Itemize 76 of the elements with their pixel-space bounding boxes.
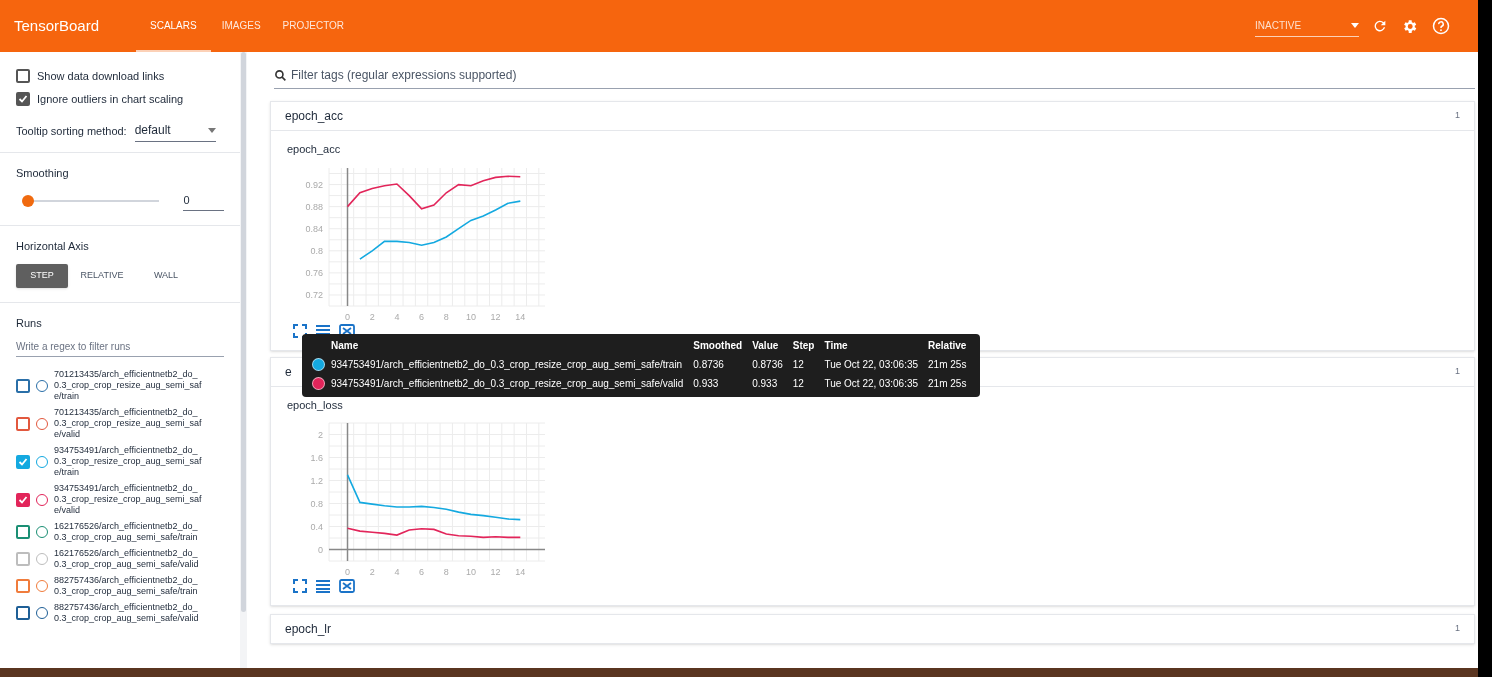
table-cell: Tue Oct 22, 03:06:35 <box>824 374 929 393</box>
checkbox-label: Show data download links <box>37 69 165 84</box>
x-tick-label: 8 <box>443 311 449 322</box>
section-title[interactable]: e <box>285 362 292 381</box>
x-tick-label: 14 <box>515 567 526 577</box>
x-tick-label: 2 <box>369 311 375 322</box>
x-tick-label: 0 <box>345 311 350 322</box>
column-header: Smoothed <box>693 338 753 355</box>
y-tick-label: 2 <box>318 429 323 440</box>
column-header: Step <box>792 338 825 355</box>
run-name[interactable]: 882757436/arch_efficientnetb2_do_0.3_crop_crop_aug_semi_safe/valid <box>54 602 204 624</box>
column-header: Name <box>331 338 694 355</box>
checkbox-label: Ignore outliers in chart scaling <box>37 91 184 107</box>
section-count: 1 <box>1455 622 1460 636</box>
smoothing-field[interactable]: 0 <box>183 191 224 211</box>
chart-title: epoch_loss <box>287 397 344 413</box>
y-tick-label: 0.8 <box>310 498 323 509</box>
y-tick-label: 0.72 <box>305 289 323 300</box>
section-title[interactable]: epoch_lr <box>285 620 332 638</box>
column-header: Time <box>824 338 929 355</box>
runs-label: Runs <box>16 315 43 331</box>
y-tick-label: 0.8 <box>310 245 323 256</box>
y-tick-label: 1.6 <box>310 452 323 463</box>
table-cell: 0.933 <box>752 374 793 393</box>
x-tick-label: 2 <box>369 567 375 577</box>
table-cell: 934753491/arch_efficientnetb2_do_0.3_crop_resize_crop_aug_semi_safe/valid <box>331 374 694 393</box>
smoothing-label: Smoothing <box>16 166 70 181</box>
horizontal-axis-label: Horizontal Axis <box>16 239 90 254</box>
tag-filter-field[interactable]: Filter tags (regular expressions supported) <box>291 66 1475 84</box>
y-tick-label: 0.4 <box>310 521 323 532</box>
x-tick-label: 0 <box>345 567 350 577</box>
run-name[interactable]: 701213435/arch_efficientnetb2_do_0.3_crop_crop_resize_aug_semi_safe/train <box>54 369 204 402</box>
table-cell: 0.8736 <box>752 355 793 374</box>
column-header: Value <box>752 338 793 355</box>
table-cell-text: 21m 25s <box>928 358 968 372</box>
x-tick-label: 12 <box>490 311 501 322</box>
x-tick-label: 10 <box>465 567 476 577</box>
table-cell: 0.933 <box>693 374 753 393</box>
section-count: 1 <box>1455 364 1460 378</box>
section-title[interactable]: epoch_acc <box>285 107 344 125</box>
y-tick-label: 0.92 <box>305 179 323 190</box>
y-tick-label: 0.88 <box>305 201 323 212</box>
x-tick-label: 14 <box>515 311 526 322</box>
y-tick-label: 0 <box>318 544 323 555</box>
run-filter-field[interactable]: Write a regex to filter runs <box>16 339 224 357</box>
x-tick-label: 6 <box>419 311 425 322</box>
x-tick-label: 4 <box>394 311 400 322</box>
table-cell: 12 <box>792 355 825 374</box>
axis-option-button[interactable]: RELATIVE <box>72 263 132 288</box>
x-tick-label: 6 <box>419 567 425 577</box>
column-header: Relative <box>928 339 968 353</box>
section-count: 1 <box>1455 109 1460 123</box>
run-name[interactable]: 882757436/arch_efficientnetb2_do_0.3_crop_crop_aug_semi_safe/train <box>54 575 204 597</box>
x-tick-label: 4 <box>394 567 400 577</box>
x-tick-label: 10 <box>465 311 476 322</box>
table-cell-text: 21m 25s <box>928 377 968 391</box>
run-name[interactable]: 162176526/arch_efficientnetb2_do_0.3_crop_crop_aug_semi_safe/train <box>54 521 204 543</box>
tooltip-sorting-label: Tooltip sorting method: <box>16 124 127 140</box>
table-cell: 12 <box>792 374 825 393</box>
x-tick-label: 12 <box>490 567 501 577</box>
run-name[interactable]: 162176526/arch_efficientnetb2_do_0.3_crop_crop_aug_semi_safe/valid <box>54 548 204 570</box>
run-name[interactable]: 934753491/arch_efficientnetb2_do_0.3_crop_resize_crop_aug_semi_safe/train <box>54 445 204 478</box>
app-title: TensorBoard <box>14 15 101 36</box>
axis-option-button[interactable]: WALL <box>136 263 196 288</box>
sorting-dropdown[interactable]: default <box>134 121 216 142</box>
y-tick-label: 0.76 <box>305 267 323 278</box>
x-tick-label: 8 <box>443 567 449 577</box>
chart-title: epoch_acc <box>287 142 342 157</box>
y-tick-label: 0.84 <box>305 223 323 234</box>
run-name[interactable]: 701213435/arch_efficientnetb2_do_0.3_crop_crop_resize_aug_semi_safe/valid <box>54 407 204 440</box>
table-cell: Tue Oct 22, 03:06:35 <box>824 355 929 374</box>
axis-option-button[interactable]: STEP <box>16 263 68 288</box>
run-name[interactable]: 934753491/arch_efficientnetb2_do_0.3_crop_resize_crop_aug_semi_safe/valid <box>54 483 204 516</box>
table-cell: 934753491/arch_efficientnetb2_do_0.3_crop_resize_crop_aug_semi_safe/train <box>331 355 694 374</box>
y-tick-label: 1.2 <box>310 475 323 486</box>
table-cell: 0.8736 <box>693 355 753 374</box>
